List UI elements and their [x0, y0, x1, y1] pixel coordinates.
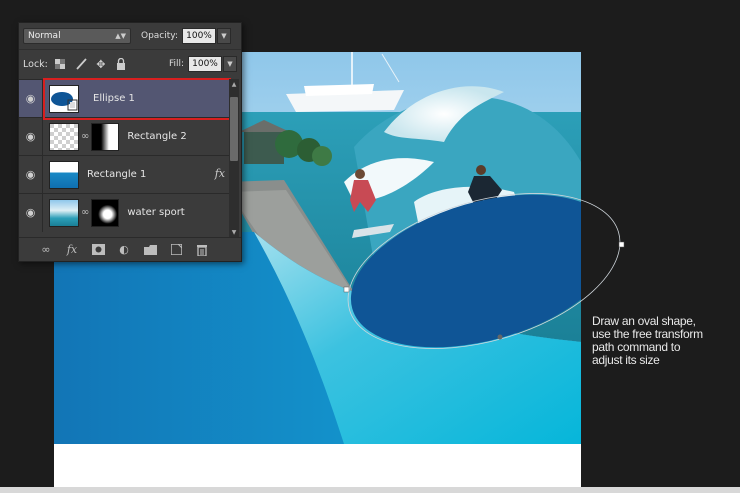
- lock-image-pixels-brush-icon[interactable]: [74, 57, 88, 71]
- scroll-down-icon[interactable]: ▼: [229, 227, 239, 237]
- fill-dropdown-button[interactable]: ▼: [223, 56, 237, 72]
- fill-label: Fill:: [168, 59, 184, 69]
- layers-panel: Normal ▲▼ Opacity: 100% ▼ Lock: ✥ Fill: …: [18, 22, 242, 262]
- anchor-point-left[interactable]: [343, 286, 350, 293]
- scroll-up-icon[interactable]: ▲: [229, 79, 239, 89]
- layer-row-rectangle-1[interactable]: ◉ Rectangle 1 fx: [19, 155, 229, 194]
- fill-input[interactable]: 100%: [188, 56, 222, 72]
- layer-name: water sport: [127, 207, 185, 218]
- fx-icon[interactable]: fx: [59, 241, 85, 259]
- mask-icon[interactable]: [85, 241, 111, 259]
- layer-row-rectangle-2[interactable]: ◉ ∞ Rectangle 2: [19, 117, 229, 156]
- adjustment-icon[interactable]: ◐: [111, 241, 137, 259]
- lock-bar: Lock: ✥ Fill: 100% ▼: [19, 49, 241, 78]
- layer-name: Ellipse 1: [93, 93, 135, 104]
- eye-icon[interactable]: ◉: [19, 155, 43, 194]
- link-chain-icon: ∞: [81, 131, 90, 142]
- updown-arrows-icon: ▲▼: [115, 32, 126, 40]
- blend-mode-select[interactable]: Normal ▲▼: [23, 28, 131, 44]
- link-icon[interactable]: ∞: [33, 241, 59, 259]
- layers-list: ◉ Ellipse 1 ◉ ∞ Rectangle 2 ◉ Rectangle …: [19, 79, 229, 237]
- layer-row-ellipse-1[interactable]: ◉ Ellipse 1: [19, 79, 229, 118]
- trash-icon[interactable]: [189, 241, 215, 259]
- opacity-label: Opacity:: [141, 31, 178, 41]
- eye-icon[interactable]: ◉: [19, 117, 43, 156]
- layer-row-water-sport[interactable]: ◉ ∞ water sport: [19, 193, 229, 232]
- new-layer-icon[interactable]: [163, 241, 189, 259]
- link-chain-icon: ∞: [81, 207, 90, 218]
- fx-badge-icon[interactable]: fx: [215, 167, 225, 180]
- layers-scrollbar[interactable]: ▲ ▼: [229, 79, 239, 237]
- lock-transparent-pixels-icon[interactable]: [54, 57, 68, 71]
- folder-icon[interactable]: [137, 241, 163, 259]
- blend-mode-value: Normal: [28, 31, 61, 41]
- status-strip: [0, 487, 740, 493]
- layers-bottom-toolbar: ∞ fx ◐: [19, 237, 241, 261]
- instruction-annotation: Draw an oval shape, use the free transfo…: [592, 315, 732, 367]
- anchor-point-bottom[interactable]: [497, 334, 503, 340]
- layer-mask-thumbnail[interactable]: [91, 122, 120, 151]
- chevron-down-icon: ▼: [227, 60, 233, 68]
- scroll-thumb[interactable]: [230, 97, 238, 161]
- chevron-down-icon: ▼: [221, 32, 227, 40]
- layer-thumbnail: [49, 160, 79, 189]
- layers-topbar: Normal ▲▼ Opacity: 100% ▼: [19, 23, 241, 49]
- annotation-line: adjust its size: [592, 353, 660, 367]
- layer-thumbnail: [49, 84, 79, 113]
- eye-icon[interactable]: ◉: [19, 193, 43, 232]
- eye-icon[interactable]: ◉: [19, 79, 43, 118]
- layer-name: Rectangle 1: [87, 169, 147, 180]
- layer-mask-thumbnail[interactable]: [91, 198, 120, 227]
- lock-label: Lock:: [23, 58, 48, 70]
- layer-thumbnail: [49, 122, 79, 151]
- opacity-input[interactable]: 100%: [182, 28, 216, 44]
- layer-thumbnail: [49, 198, 79, 227]
- opacity-dropdown-button[interactable]: ▼: [217, 28, 231, 44]
- lock-position-move-icon[interactable]: ✥: [94, 57, 108, 71]
- anchor-point-right[interactable]: [618, 241, 625, 248]
- layer-name: Rectangle 2: [127, 131, 187, 142]
- lock-all-padlock-icon[interactable]: [114, 57, 128, 71]
